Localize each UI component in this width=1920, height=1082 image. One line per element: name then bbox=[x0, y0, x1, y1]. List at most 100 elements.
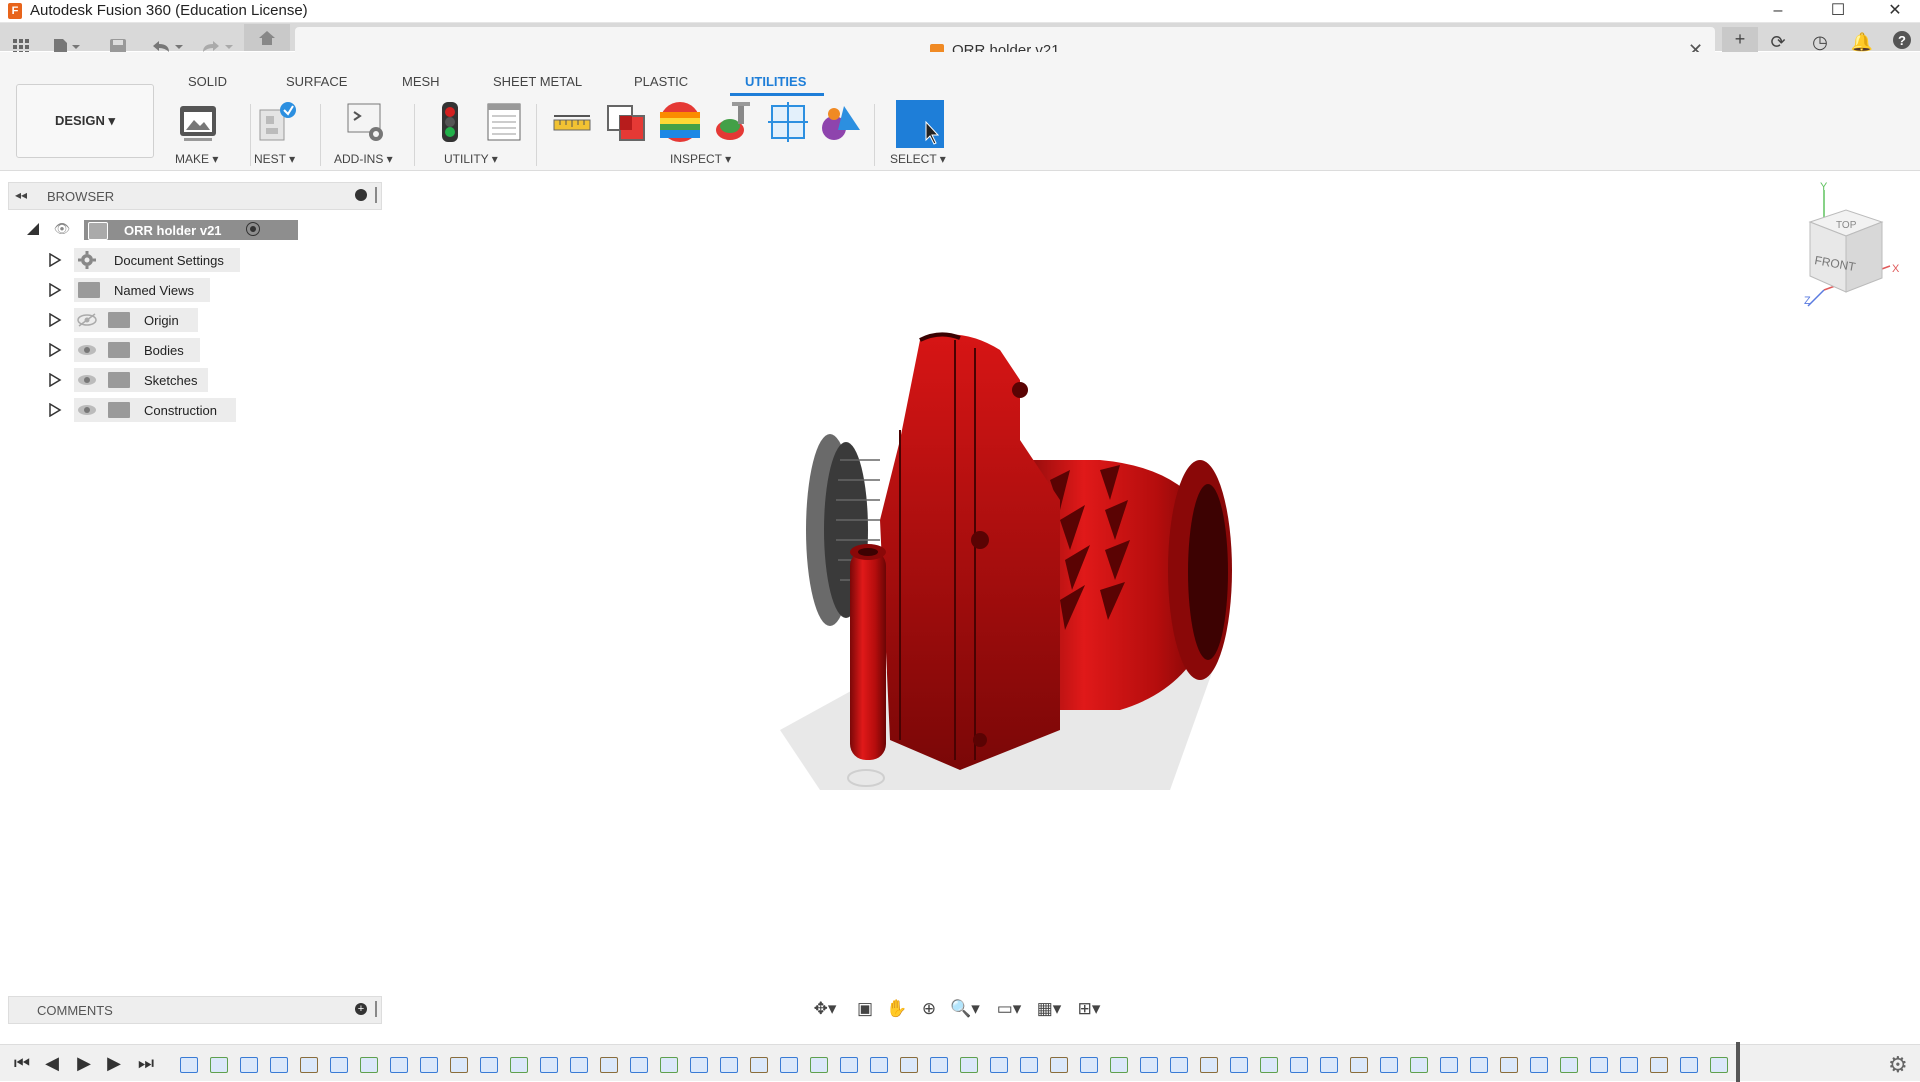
timeline-marker[interactable] bbox=[1736, 1042, 1740, 1082]
section-analysis-tool[interactable] bbox=[766, 100, 810, 144]
expand-triangle-icon[interactable] bbox=[48, 373, 62, 387]
timeline-feature-icon[interactable] bbox=[1560, 1057, 1578, 1073]
timeline-feature-icon[interactable] bbox=[1260, 1057, 1278, 1073]
panel-resize-handle[interactable] bbox=[375, 187, 377, 203]
display-settings-icon[interactable]: ▭▾ bbox=[994, 997, 1024, 1021]
timeline-feature-icon[interactable] bbox=[1650, 1057, 1668, 1073]
expand-triangle-icon[interactable] bbox=[48, 283, 62, 297]
timeline-feature-icon[interactable] bbox=[1440, 1057, 1458, 1073]
timeline-feature-icon[interactable] bbox=[810, 1057, 828, 1073]
browser-minimize-icon[interactable] bbox=[355, 189, 367, 201]
curvature-map-tool[interactable] bbox=[658, 100, 702, 144]
measure-tool[interactable] bbox=[550, 100, 594, 144]
tab-mesh[interactable]: MESH bbox=[402, 74, 440, 89]
group-label-select[interactable]: SELECT ▾ bbox=[890, 152, 946, 166]
visibility-eye-icon[interactable] bbox=[76, 343, 98, 357]
3d-print-tool[interactable] bbox=[176, 100, 220, 144]
timeline-feature-icon[interactable] bbox=[1080, 1057, 1098, 1073]
home-tab[interactable] bbox=[244, 24, 290, 51]
parameters-tool[interactable] bbox=[482, 100, 526, 144]
3d-model-viewport[interactable] bbox=[760, 320, 1240, 790]
timeline-settings-gear-icon[interactable]: ⚙ bbox=[1888, 1052, 1908, 1078]
timeline-feature-icon[interactable] bbox=[1020, 1057, 1038, 1073]
viewports-icon[interactable]: ⊞▾ bbox=[1074, 997, 1104, 1021]
timeline-feature-icon[interactable] bbox=[1140, 1057, 1158, 1073]
tab-solid[interactable]: SOLID bbox=[188, 74, 227, 89]
browser-item-document-settings[interactable]: Document Settings bbox=[48, 248, 348, 272]
timeline-feature-icon[interactable] bbox=[870, 1057, 888, 1073]
minimize-button[interactable]: – bbox=[1755, 0, 1801, 22]
timeline-feature-icon[interactable] bbox=[1170, 1057, 1188, 1073]
fit-zoom-icon[interactable]: 🔍▾ bbox=[950, 997, 980, 1021]
timeline-feature-icon[interactable] bbox=[630, 1057, 648, 1073]
timeline-next-icon[interactable]: ▶ bbox=[102, 1053, 126, 1074]
look-at-icon[interactable]: ▣ bbox=[850, 997, 880, 1021]
timeline-feature-icon[interactable] bbox=[570, 1057, 588, 1073]
expand-triangle-icon[interactable] bbox=[48, 403, 62, 417]
extensions-icon[interactable]: ⟳ bbox=[1762, 30, 1794, 54]
timeline-previous-icon[interactable]: ◀ bbox=[40, 1053, 64, 1074]
timeline-feature-icon[interactable] bbox=[1380, 1057, 1398, 1073]
timeline-feature-icon[interactable] bbox=[450, 1057, 468, 1073]
timeline-feature-icon[interactable] bbox=[300, 1057, 318, 1073]
collapse-panel-icon[interactable]: ◂◂ bbox=[15, 188, 27, 202]
comments-panel-header[interactable]: COMMENTS + bbox=[8, 996, 382, 1024]
timeline-feature-icon[interactable] bbox=[1290, 1057, 1308, 1073]
timeline-feature-icon[interactable] bbox=[210, 1057, 228, 1073]
grid-settings-icon[interactable]: ▦▾ bbox=[1034, 997, 1064, 1021]
timeline-feature-icon[interactable] bbox=[1350, 1057, 1368, 1073]
timeline-feature-icon[interactable] bbox=[780, 1057, 798, 1073]
visibility-eye-icon[interactable] bbox=[76, 373, 98, 387]
visibility-eye-icon[interactable]: 👁 bbox=[52, 222, 72, 236]
timeline-feature-icon[interactable] bbox=[1470, 1057, 1488, 1073]
timeline-feature-icon[interactable] bbox=[1590, 1057, 1608, 1073]
timeline-feature-icon[interactable] bbox=[660, 1057, 678, 1073]
timeline-feature-icon[interactable] bbox=[690, 1057, 708, 1073]
compute-all-tool[interactable] bbox=[428, 100, 472, 144]
tab-surface[interactable]: SURFACE bbox=[286, 74, 347, 89]
timeline-last-icon[interactable]: ⏭ bbox=[134, 1053, 158, 1074]
browser-root-node[interactable]: 👁 ORR holder v21 bbox=[26, 218, 298, 242]
timeline-feature-icon[interactable] bbox=[1500, 1057, 1518, 1073]
timeline-feature-icon[interactable] bbox=[960, 1057, 978, 1073]
new-tab-plus-icon[interactable]: + bbox=[1722, 27, 1758, 55]
job-status-icon[interactable]: ◷ bbox=[1804, 30, 1836, 54]
timeline-feature-icon[interactable] bbox=[1680, 1057, 1698, 1073]
accessibility-analysis-tool[interactable] bbox=[712, 100, 756, 144]
timeline-feature-icon[interactable] bbox=[990, 1057, 1008, 1073]
group-label-nest[interactable]: NEST ▾ bbox=[254, 152, 295, 166]
timeline-feature-icon[interactable] bbox=[330, 1057, 348, 1073]
timeline-feature-icon[interactable] bbox=[600, 1057, 618, 1073]
timeline-feature-icon[interactable] bbox=[1050, 1057, 1068, 1073]
nest-tool[interactable] bbox=[256, 100, 300, 144]
timeline-feature-icon[interactable] bbox=[540, 1057, 558, 1073]
timeline-feature-icon[interactable] bbox=[840, 1057, 858, 1073]
expand-triangle-icon[interactable] bbox=[48, 313, 62, 327]
group-label-inspect[interactable]: INSPECT ▾ bbox=[670, 152, 731, 166]
browser-item-sketches[interactable]: Sketches bbox=[48, 368, 348, 392]
browser-item-construction[interactable]: Construction bbox=[48, 398, 348, 422]
tab-sheet-metal[interactable]: SHEET METAL bbox=[493, 74, 582, 89]
timeline-feature-icon[interactable] bbox=[240, 1057, 258, 1073]
timeline-feature-icon[interactable] bbox=[750, 1057, 768, 1073]
center-of-mass-tool[interactable] bbox=[820, 100, 864, 144]
group-label-make[interactable]: MAKE ▾ bbox=[175, 152, 218, 166]
browser-item-bodies[interactable]: Bodies bbox=[48, 338, 348, 362]
timeline-feature-icon[interactable] bbox=[420, 1057, 438, 1073]
timeline-feature-icon[interactable] bbox=[510, 1057, 528, 1073]
timeline-feature-icon[interactable] bbox=[1230, 1057, 1248, 1073]
timeline-feature-icon[interactable] bbox=[1320, 1057, 1338, 1073]
maximize-button[interactable]: ☐ bbox=[1815, 0, 1861, 22]
timeline-feature-icon[interactable] bbox=[1530, 1057, 1548, 1073]
scripts-addins-tool[interactable] bbox=[344, 100, 388, 144]
orbit-icon[interactable]: ✥▾ bbox=[810, 997, 840, 1021]
zoom-icon[interactable]: ⊕ bbox=[914, 997, 944, 1021]
visibility-eye-icon[interactable] bbox=[76, 403, 98, 417]
add-comment-icon[interactable]: + bbox=[355, 1003, 367, 1015]
browser-panel-header[interactable]: ◂◂ BROWSER bbox=[8, 182, 382, 210]
workspace-switcher-button[interactable]: DESIGN ▾ bbox=[16, 84, 154, 158]
pan-hand-icon[interactable]: ✋ bbox=[882, 997, 912, 1021]
timeline-feature-icon[interactable] bbox=[1620, 1057, 1638, 1073]
timeline-feature-icon[interactable] bbox=[1410, 1057, 1428, 1073]
browser-item-named-views[interactable]: Named Views bbox=[48, 278, 348, 302]
